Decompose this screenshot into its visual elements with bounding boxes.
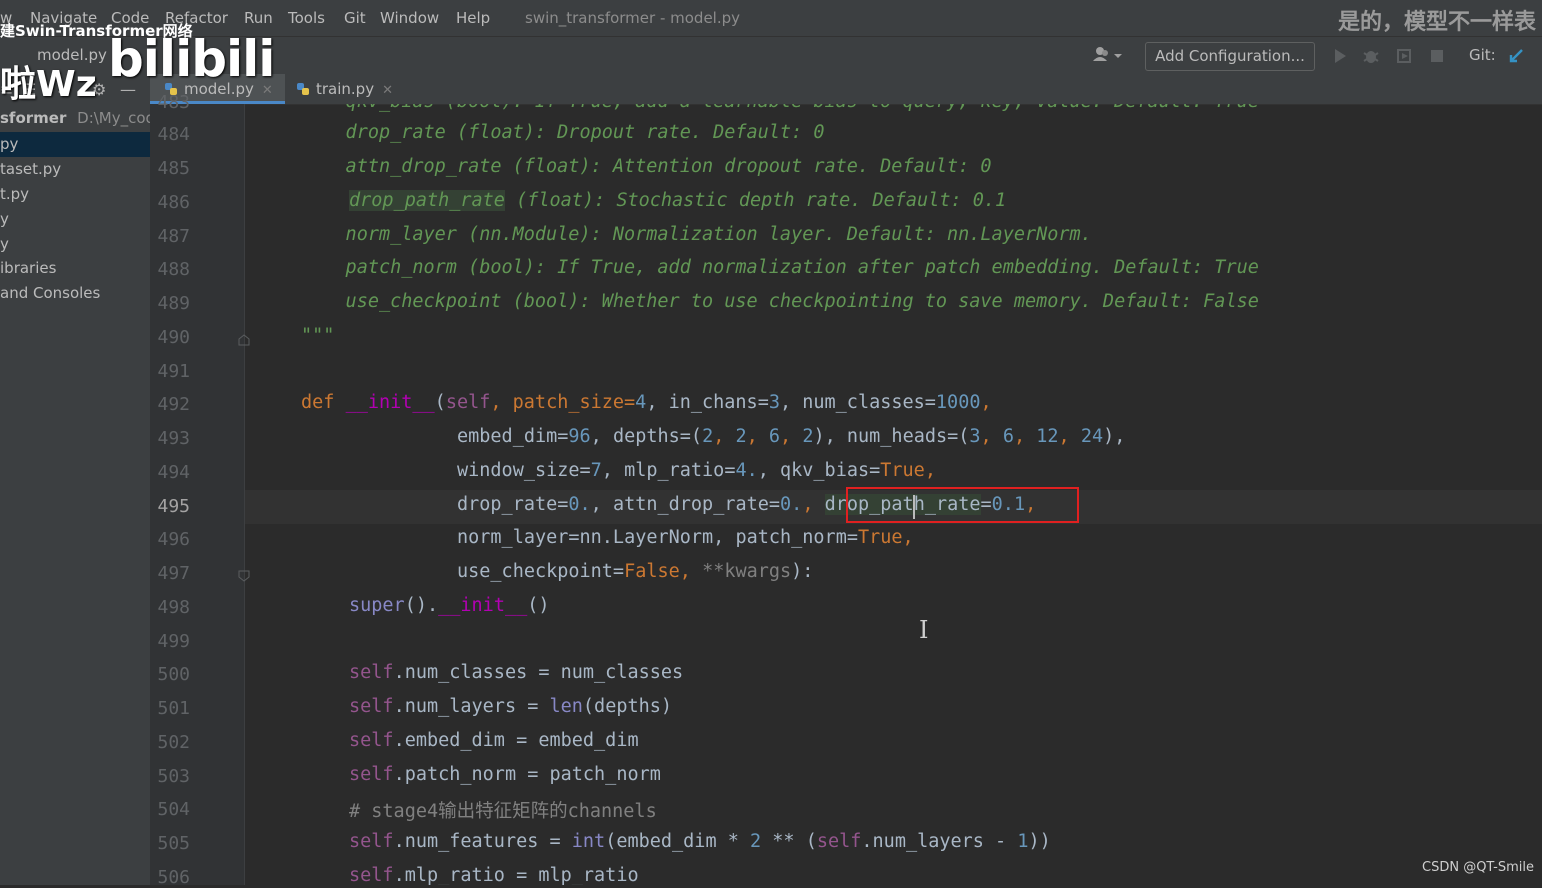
tree-item-model-py[interactable]: py (0, 132, 150, 157)
tree-item-file[interactable]: y (0, 232, 150, 257)
menu-tools[interactable]: Tools (288, 9, 325, 27)
tree-item-scratches-consoles[interactable]: and Consoles (0, 281, 150, 306)
line-number: 501 (157, 698, 190, 719)
code-line-506: self.mlp_ratio = mlp_ratio (349, 865, 639, 885)
code-line-493: embed_dim=96, depths=(2, 2, 6, 2), num_h… (457, 426, 1126, 447)
code-line-484: drop_rate (float): Dropout rate. Default… (301, 122, 825, 143)
tree-item-predict-py[interactable]: t.py (0, 182, 150, 207)
tree-item-dataset-py[interactable]: taset.py (0, 157, 150, 182)
debug-icon[interactable] (1362, 47, 1380, 65)
python-file-icon (296, 76, 310, 95)
project-tree: sformer D:\My_code py taset.py t.py y y … (0, 104, 150, 885)
add-configuration-button[interactable]: Add Configuration... (1145, 42, 1315, 71)
code-line-502: self.embed_dim = embed_dim (349, 730, 639, 751)
code-line-497: use_checkpoint=False, **kwargs): (457, 561, 814, 582)
mouse-ibeam-cursor-icon: I (919, 616, 929, 644)
project-root-name: sformer (0, 109, 67, 127)
window-title: swin_transformer - model.py (525, 9, 741, 27)
code-line-496: norm_layer=nn.LayerNorm, patch_norm=True… (457, 527, 914, 548)
line-number: 487 (157, 226, 190, 247)
line-number: 503 (157, 766, 190, 787)
tree-item-file[interactable]: y (0, 207, 150, 232)
line-number: 499 (157, 631, 190, 652)
code-line-485: attn_drop_rate (float): Attention dropou… (301, 156, 992, 177)
code-line-494: window_size=7, mlp_ratio=4., qkv_bias=Tr… (457, 460, 936, 481)
tab-label: train.py (316, 80, 375, 98)
line-number: 496 (157, 529, 190, 550)
line-number-current: 495 (157, 496, 190, 517)
code-line-488: patch_norm (bool): If True, add normaliz… (301, 257, 1259, 278)
git-label: Git: (1469, 46, 1496, 64)
csdn-watermark: CSDN @QT-Smile (1422, 860, 1535, 875)
text-caret (913, 495, 915, 519)
line-number: 492 (157, 394, 190, 415)
code-line-504: # stage4输出特征矩阵的channels (349, 801, 657, 822)
menu-run[interactable]: Run (244, 9, 273, 27)
code-line-486: drop_path_rate (float): Stochastic depth… (349, 190, 1007, 211)
user-account-icon[interactable] (1090, 44, 1126, 66)
code-line-483: qkv_bias (bool): If True, add a learnabl… (301, 104, 1259, 112)
line-number: 489 (157, 293, 190, 314)
code-line-490: """ (301, 325, 335, 346)
line-number: 500 (157, 664, 190, 685)
code-line-503: self.patch_norm = patch_norm (349, 764, 661, 785)
menu-window[interactable]: Window (380, 9, 439, 27)
annotation-highlight-box (846, 487, 1079, 523)
code-editor[interactable]: qkv_bias (bool): If True, add a learnabl… (245, 104, 1542, 885)
run-icon[interactable] (1331, 47, 1349, 65)
video-subtitle-overlay: 是的，模型不一样表 (1338, 10, 1537, 35)
line-number: 497 (157, 563, 190, 584)
line-number: 502 (157, 732, 190, 753)
line-number: 491 (157, 361, 190, 382)
stop-icon[interactable] (1428, 47, 1446, 65)
bilibili-logo: bilibili (108, 30, 275, 88)
code-line-489: use_checkpoint (bool): Whether to use ch… (301, 291, 1259, 312)
project-root[interactable]: sformer D:\My_code (0, 106, 150, 131)
line-number: 494 (157, 462, 190, 483)
code-line-500: self.num_classes = num_classes (349, 662, 684, 683)
close-icon[interactable]: ✕ (382, 83, 393, 98)
code-line-487: norm_layer (nn.Module): Normalization la… (301, 224, 1092, 245)
line-number: 484 (157, 124, 190, 145)
line-number: 505 (157, 833, 190, 854)
menu-help[interactable]: Help (456, 9, 490, 27)
git-update-icon[interactable] (1507, 47, 1525, 65)
tree-item-external-libraries[interactable]: ibraries (0, 256, 150, 281)
coverage-icon[interactable] (1395, 47, 1413, 65)
usage-highlight: drop_path_rate (349, 190, 505, 211)
line-number-gutter: 483 484 485 486 487 488 489 490 491 492 … (150, 92, 250, 888)
code-line-498: super().__init__() (349, 595, 550, 616)
project-root-path: D:\My_code (77, 109, 150, 127)
line-number: 486 (157, 192, 190, 213)
line-number: 493 (157, 428, 190, 449)
tab-train-py[interactable]: train.py ✕ (296, 74, 426, 104)
line-number: 488 (157, 259, 190, 280)
menu-git[interactable]: Git (344, 9, 366, 27)
line-number: 490 (157, 327, 190, 348)
editor-tab-bar: model.py ✕ train.py ✕ (150, 74, 1542, 105)
line-number: 498 (157, 597, 190, 618)
line-number: 504 (157, 799, 190, 820)
code-line-505: self.num_features = int(embed_dim * 2 **… (349, 831, 1051, 852)
line-number: 485 (157, 158, 190, 179)
code-line-501: self.num_layers = len(depths) (349, 696, 673, 717)
uploader-watermark: 啦Wz (0, 64, 97, 105)
line-number: 483 (157, 92, 190, 113)
code-line-492: def __init__(self, patch_size=4, in_chan… (301, 392, 992, 413)
